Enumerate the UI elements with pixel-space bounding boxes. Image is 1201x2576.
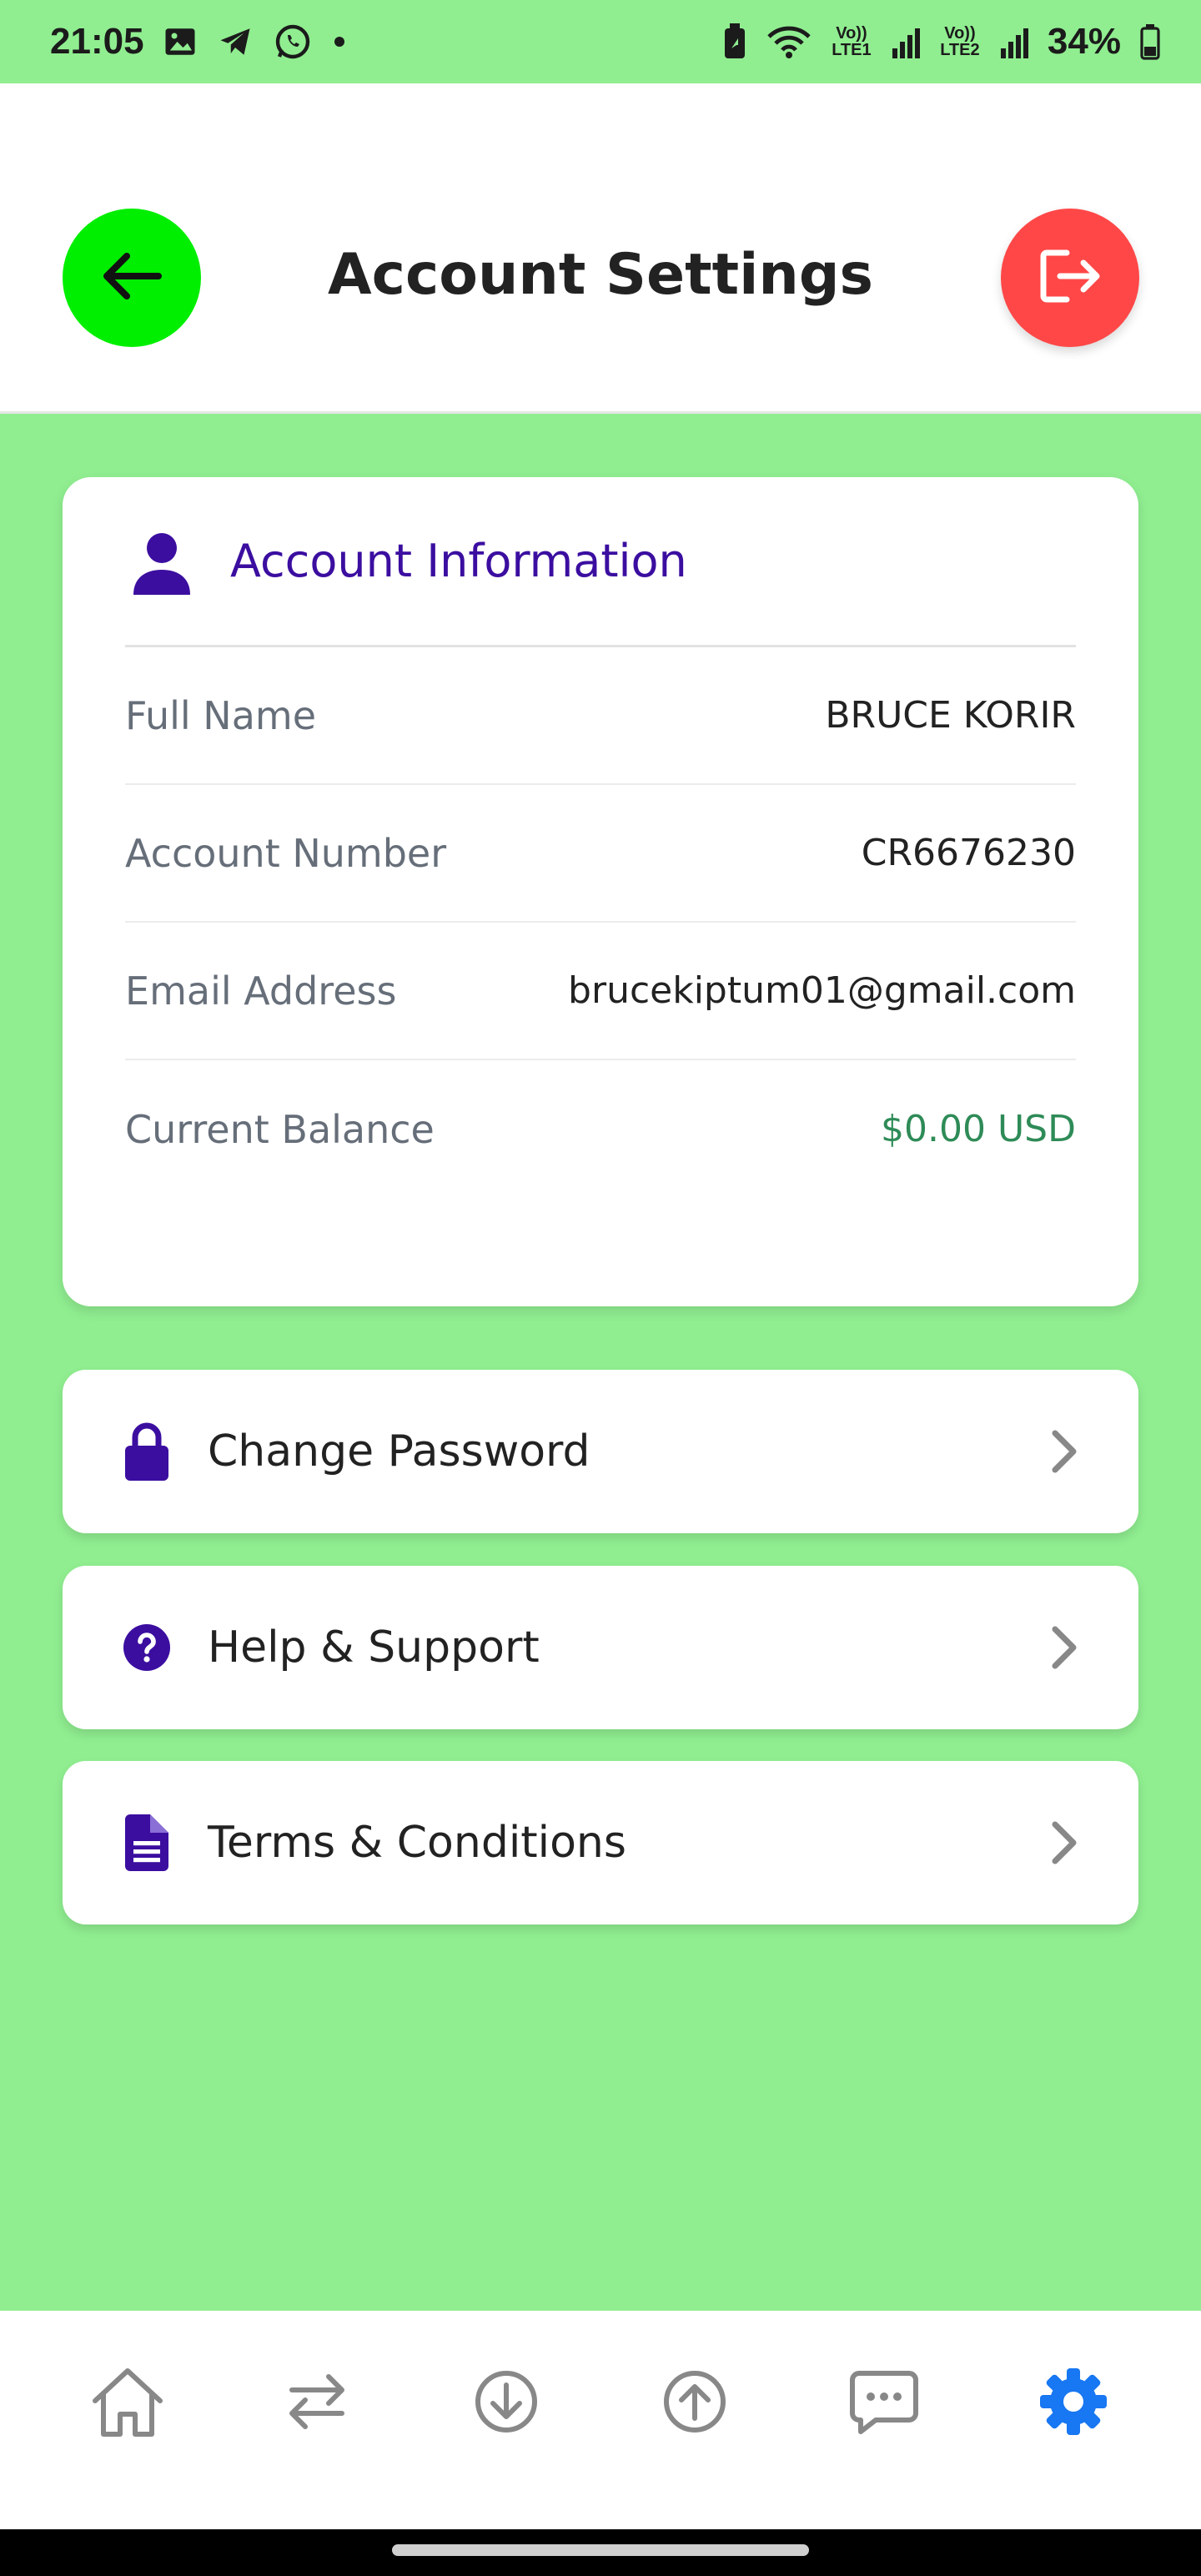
signal-icon-2 [999, 25, 1029, 58]
back-button[interactable] [63, 209, 201, 347]
account-info-title: Account Information [230, 535, 687, 587]
help-icon [119, 1620, 174, 1675]
battery-saver-icon [722, 23, 747, 60]
info-row-balance: Current Balance $0.00 USD [125, 1060, 1076, 1198]
logout-button[interactable] [1001, 209, 1139, 347]
info-label: Current Balance [125, 1106, 435, 1152]
upload-icon [661, 2368, 728, 2439]
transfer-icon [285, 2370, 349, 2438]
chevron-right-icon [1047, 1623, 1080, 1673]
account-info-header: Account Information [125, 477, 1076, 647]
chevron-right-icon [1047, 1426, 1080, 1477]
logout-icon [1037, 246, 1103, 310]
signal-icon-1 [891, 25, 921, 58]
info-row-full-name: Full Name BRUCE KORIR [125, 647, 1076, 785]
download-icon [473, 2368, 540, 2439]
status-time: 21:05 [50, 21, 144, 62]
settings-icon [1038, 2367, 1108, 2441]
arrow-left-icon [102, 251, 162, 305]
person-icon [128, 528, 195, 595]
help-support-item[interactable]: Help & Support [63, 1566, 1138, 1729]
wifi-icon [766, 23, 812, 60]
status-bar: 21:05 Vo)) LTE1 Vo)) LTE2 34% [0, 0, 1201, 83]
menu-label: Terms & Conditions [208, 1818, 626, 1868]
gesture-handle[interactable] [392, 2544, 809, 2556]
battery-icon [1139, 23, 1161, 60]
nav-transfer[interactable] [271, 2357, 363, 2449]
info-row-account-number: Account Number CR6676230 [125, 785, 1076, 923]
info-label: Full Name [125, 692, 316, 738]
document-icon [119, 1814, 174, 1871]
nav-withdraw[interactable] [649, 2357, 741, 2449]
app-header: Account Settings [0, 83, 1201, 414]
telegram-icon [216, 24, 254, 59]
account-number-value: CR6676230 [861, 832, 1076, 874]
info-row-email: Email Address brucekiptum01@gmail.com [125, 923, 1076, 1060]
info-label: Account Number [125, 830, 447, 876]
status-left: 21:05 [50, 21, 348, 63]
status-right: Vo)) LTE1 Vo)) LTE2 34% [722, 21, 1161, 63]
sim2-label: Vo)) LTE2 [940, 24, 980, 59]
notification-dot-icon [331, 33, 348, 50]
battery-percent: 34% [1047, 21, 1121, 62]
nav-chat[interactable] [838, 2357, 930, 2449]
page-title: Account Settings [328, 242, 873, 308]
balance-value: $0.00 USD [881, 1108, 1076, 1150]
nav-settings[interactable] [1028, 2357, 1119, 2449]
bottom-nav [0, 2311, 1201, 2529]
full-name-value: BRUCE KORIR [825, 694, 1076, 737]
lock-icon [119, 1422, 174, 1481]
sim1-label: Vo)) LTE1 [832, 24, 872, 59]
menu-label: Change Password [208, 1426, 590, 1477]
nav-deposit[interactable] [460, 2357, 552, 2449]
change-password-item[interactable]: Change Password [63, 1370, 1138, 1533]
info-label: Email Address [125, 968, 397, 1014]
terms-conditions-item[interactable]: Terms & Conditions [63, 1761, 1138, 1924]
whatsapp-icon [273, 22, 313, 62]
chat-icon [849, 2368, 919, 2439]
chevron-right-icon [1047, 1818, 1080, 1868]
nav-home[interactable] [82, 2357, 173, 2449]
system-gesture-bar [0, 2529, 1201, 2576]
home-icon [90, 2366, 165, 2442]
menu-label: Help & Support [208, 1623, 540, 1673]
account-info-card: Account Information Full Name BRUCE KORI… [63, 477, 1138, 1306]
email-value: brucekiptum01@gmail.com [568, 969, 1076, 1012]
gallery-icon [163, 24, 198, 59]
